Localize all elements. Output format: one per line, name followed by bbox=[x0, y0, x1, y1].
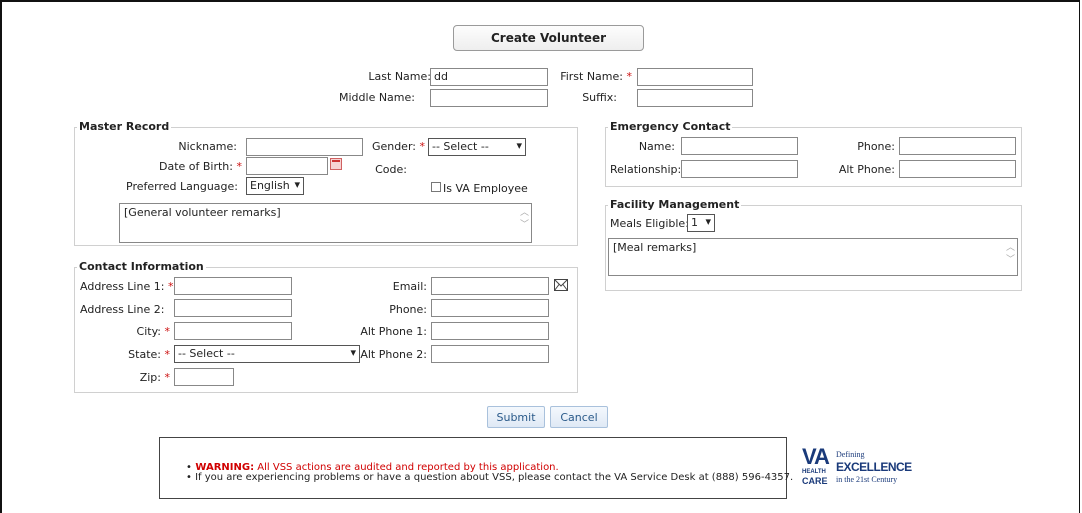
calendar-icon[interactable] bbox=[330, 158, 342, 170]
address-line1-label: Address Line 1: * bbox=[80, 280, 174, 293]
gender-label: Gender: * bbox=[371, 140, 425, 153]
gender-select[interactable]: -- Select -- ▾ bbox=[428, 138, 526, 156]
first-name-label: First Name: * bbox=[560, 70, 632, 83]
va-logo: VA HEALTH CARE Defining EXCELLENCE in th… bbox=[802, 444, 912, 487]
zip-label: Zip: * bbox=[139, 371, 170, 384]
page-title-button[interactable]: Create Volunteer bbox=[453, 25, 644, 51]
meals-eligible-select[interactable]: 1 ▾ bbox=[687, 214, 715, 232]
first-name-input[interactable] bbox=[637, 68, 753, 86]
phone-label: Phone: bbox=[389, 303, 427, 316]
email-input[interactable] bbox=[431, 277, 549, 295]
alt-phone1-input[interactable] bbox=[431, 322, 549, 340]
address-line2-input[interactable] bbox=[174, 299, 292, 317]
contact-information-legend: Contact Information bbox=[77, 260, 206, 273]
state-select[interactable]: -- Select -- ▾ bbox=[174, 345, 360, 363]
emergency-alt-phone-input[interactable] bbox=[899, 160, 1016, 178]
emergency-contact-section bbox=[605, 127, 1022, 187]
middle-name-label: Middle Name: bbox=[339, 91, 415, 104]
last-name-label: Last Name: * bbox=[368, 70, 440, 83]
emergency-phone-label: Phone: bbox=[857, 140, 895, 153]
emergency-contact-legend: Emergency Contact bbox=[608, 120, 733, 133]
city-label: City: * bbox=[136, 325, 170, 338]
relationship-input[interactable] bbox=[681, 160, 798, 178]
cancel-button[interactable]: Cancel bbox=[550, 406, 608, 428]
preferred-language-select[interactable]: English ▾ bbox=[246, 177, 304, 195]
submit-button[interactable]: Submit bbox=[487, 406, 545, 428]
dob-input[interactable] bbox=[246, 157, 328, 175]
emergency-alt-phone-label: Alt Phone: bbox=[838, 163, 895, 176]
suffix-label: Suffix: bbox=[582, 91, 617, 104]
chevron-down-icon: ▾ bbox=[516, 139, 522, 152]
address-line1-input[interactable] bbox=[174, 277, 292, 295]
meals-eligible-label: Meals Eligible: bbox=[610, 217, 689, 230]
phone-input[interactable] bbox=[431, 299, 549, 317]
state-label: State: * bbox=[128, 348, 170, 361]
email-label: Email: bbox=[392, 280, 427, 293]
scroll-arrows-icon[interactable]: ︿ ﹀ bbox=[520, 207, 529, 231]
master-record-legend: Master Record bbox=[77, 120, 172, 133]
envelope-icon[interactable] bbox=[554, 279, 568, 291]
preferred-language-label: Preferred Language: bbox=[126, 180, 238, 193]
chevron-down-icon: ▾ bbox=[705, 215, 711, 228]
facility-management-legend: Facility Management bbox=[608, 198, 742, 211]
emergency-phone-input[interactable] bbox=[899, 137, 1016, 155]
scroll-arrows-icon[interactable]: ︿ ﹀ bbox=[1006, 242, 1015, 266]
general-remarks-textarea[interactable]: [General volunteer remarks] ︿ ﹀ bbox=[119, 203, 532, 243]
dob-label: Date of Birth: * bbox=[158, 160, 242, 173]
footer-notice: • WARNING: All VSS actions are audited a… bbox=[159, 437, 793, 499]
va-employee-label: Is VA Employee bbox=[443, 182, 528, 195]
suffix-input[interactable] bbox=[637, 89, 753, 107]
va-employee-checkbox[interactable] bbox=[431, 182, 441, 192]
zip-input[interactable] bbox=[174, 368, 234, 386]
alt-phone2-input[interactable] bbox=[431, 345, 549, 363]
alt-phone1-label: Alt Phone 1: bbox=[360, 325, 427, 338]
nickname-label: Nickname: bbox=[178, 140, 237, 153]
chevron-down-icon: ▾ bbox=[294, 178, 300, 191]
address-line2-label: Address Line 2: bbox=[80, 303, 165, 316]
help-line: • If you are experiencing problems or ha… bbox=[186, 472, 794, 483]
code-label: Code: bbox=[375, 163, 407, 176]
emergency-name-input[interactable] bbox=[681, 137, 798, 155]
city-input[interactable] bbox=[174, 322, 292, 340]
alt-phone2-label: Alt Phone 2: bbox=[360, 348, 427, 361]
meal-remarks-textarea[interactable]: [Meal remarks] ︿ ﹀ bbox=[608, 238, 1018, 276]
relationship-label: Relationship: bbox=[610, 163, 682, 176]
emergency-name-label: Name: bbox=[638, 140, 675, 153]
